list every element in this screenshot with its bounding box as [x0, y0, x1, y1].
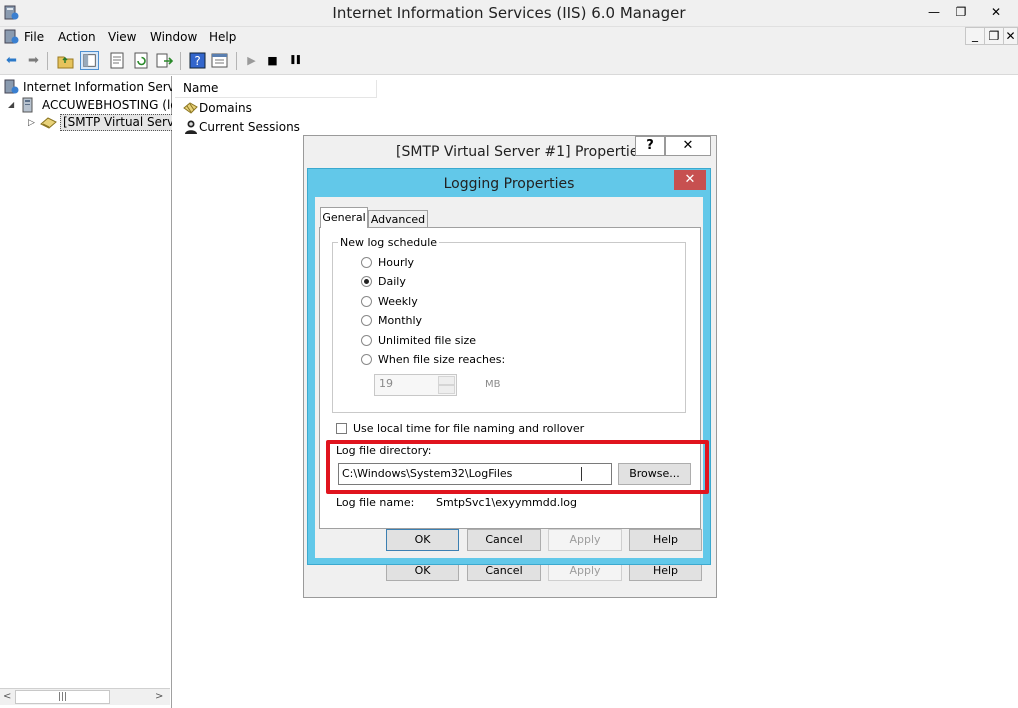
column-header-label: Name — [183, 81, 219, 95]
child-restore-button[interactable]: ❐ — [984, 27, 1004, 45]
radio-circle[interactable] — [361, 315, 372, 326]
logging-client-area: General Advanced New log schedule Hourly… — [315, 197, 709, 558]
close-button[interactable]: ✕ — [976, 3, 1016, 23]
stop-icon[interactable]: ■ — [263, 51, 282, 70]
logging-properties-dialog: Logging Properties ✕ General Advanced Ne… — [307, 168, 711, 565]
size-stepper[interactable]: 19 — [374, 374, 457, 396]
scroll-right-button[interactable]: > — [155, 689, 167, 705]
radio-circle[interactable] — [361, 354, 372, 365]
scroll-thumb[interactable]: ||| — [15, 690, 110, 704]
radio-circle[interactable] — [361, 296, 372, 307]
forward-arrow-icon[interactable]: ➡ — [24, 51, 43, 70]
smtp-server-icon — [40, 117, 57, 129]
tree-item-iis[interactable]: Internet Information Services — [0, 78, 172, 96]
logging-dialog-title: Logging Properties — [443, 176, 575, 192]
mmc-child-icon — [4, 29, 19, 44]
menu-window[interactable]: Window — [150, 27, 197, 47]
export-list-icon[interactable] — [155, 51, 174, 70]
props-close-button[interactable]: ✕ — [665, 136, 711, 156]
log-file-name-value: SmtpSvc1\exyymmdd.log — [436, 496, 578, 509]
tree-item-label: Internet Information Services — [23, 80, 172, 94]
radio-circle[interactable] — [361, 257, 372, 268]
domains-icon — [183, 102, 198, 114]
props-help-button[interactable]: ? — [635, 136, 665, 156]
properties-icon[interactable] — [108, 51, 127, 70]
log-file-name-label: Log file name: — [336, 496, 415, 509]
menu-help[interactable]: Help — [209, 27, 236, 47]
console-tree-icon[interactable] — [210, 51, 229, 70]
refresh-icon[interactable] — [132, 51, 151, 70]
start-icon[interactable]: ▶ — [242, 51, 261, 70]
help-icon[interactable]: ? — [188, 51, 207, 70]
directory-highlight — [326, 440, 709, 494]
tree-item-smtp-server[interactable]: ▷ [SMTP Virtual Server #1] — [0, 114, 172, 132]
cancel-button[interactable]: Cancel — [467, 529, 541, 551]
menu-bar: File Action View Window Help _ ❐ ✕ — [0, 27, 1018, 47]
scroll-left-button[interactable]: < — [3, 689, 15, 705]
general-tab-panel: New log schedule Hourly Daily Weekly Mon… — [319, 227, 709, 529]
tree-item-label: ACCUWEBHOSTING (local computer) — [42, 98, 172, 112]
radio-circle-selected[interactable] — [361, 276, 372, 287]
console-tree: Internet Information Services ◢ ACCUWEBH… — [0, 76, 172, 708]
restore-button[interactable]: ❐ — [948, 3, 974, 23]
logging-close-button[interactable]: ✕ — [674, 170, 706, 190]
stepper-down-button[interactable] — [438, 385, 455, 394]
size-value: 19 — [379, 377, 393, 390]
local-time-label: Use local time for file naming and rollo… — [353, 422, 585, 435]
stepper-up-button[interactable] — [438, 376, 455, 385]
up-folder-icon[interactable] — [56, 51, 75, 70]
apply-button[interactable]: Apply — [548, 529, 622, 551]
tab-general[interactable]: General — [320, 207, 368, 228]
tab-advanced[interactable]: Advanced — [368, 210, 428, 228]
sessions-icon — [185, 120, 197, 134]
checkbox-box[interactable] — [336, 423, 347, 434]
help-button[interactable]: Help — [629, 529, 702, 551]
tree-item-computer[interactable]: ◢ ACCUWEBHOSTING (local computer) — [0, 96, 172, 114]
log-schedule-caption: New log schedule — [338, 236, 440, 249]
menu-file[interactable]: File — [24, 27, 44, 47]
minimize-button[interactable]: — — [920, 3, 948, 23]
svg-text:?: ? — [194, 54, 200, 68]
server-icon — [22, 97, 33, 113]
ok-button[interactable]: OK — [386, 529, 459, 551]
iis-icon — [4, 79, 19, 94]
child-minimize-button[interactable]: _ — [965, 27, 985, 45]
size-unit: MB — [485, 379, 501, 390]
window-title: Internet Information Services (IIS) 6.0 … — [332, 4, 686, 22]
props-title-bar[interactable]: [SMTP Virtual Server #1] Properties ? ✕ — [304, 136, 716, 168]
pause-icon[interactable]: ❚❚ — [285, 51, 304, 70]
iis-app-icon — [4, 5, 19, 20]
column-header-name[interactable]: Name — [175, 80, 377, 98]
title-bar[interactable]: Internet Information Services (IIS) 6.0 … — [0, 0, 1018, 27]
radio-circle[interactable] — [361, 335, 372, 346]
show-hide-tree-icon[interactable] — [80, 51, 99, 70]
menu-view[interactable]: View — [108, 27, 136, 47]
tree-horizontal-scrollbar[interactable]: < ||| > — [0, 688, 170, 705]
toolbar: ⬅ ➡ ? ▶ ■ ❚❚ — [0, 47, 1018, 75]
props-dialog-title: [SMTP Virtual Server #1] Properties — [396, 144, 646, 160]
child-close-button[interactable]: ✕ — [1003, 27, 1018, 45]
expanded-arrow-icon[interactable]: ◢ — [8, 96, 14, 114]
menu-action[interactable]: Action — [58, 27, 96, 47]
tree-item-label: [SMTP Virtual Server #1] — [60, 114, 172, 131]
collapsed-arrow-icon[interactable]: ▷ — [28, 114, 35, 132]
back-arrow-icon[interactable]: ⬅ — [2, 51, 21, 70]
